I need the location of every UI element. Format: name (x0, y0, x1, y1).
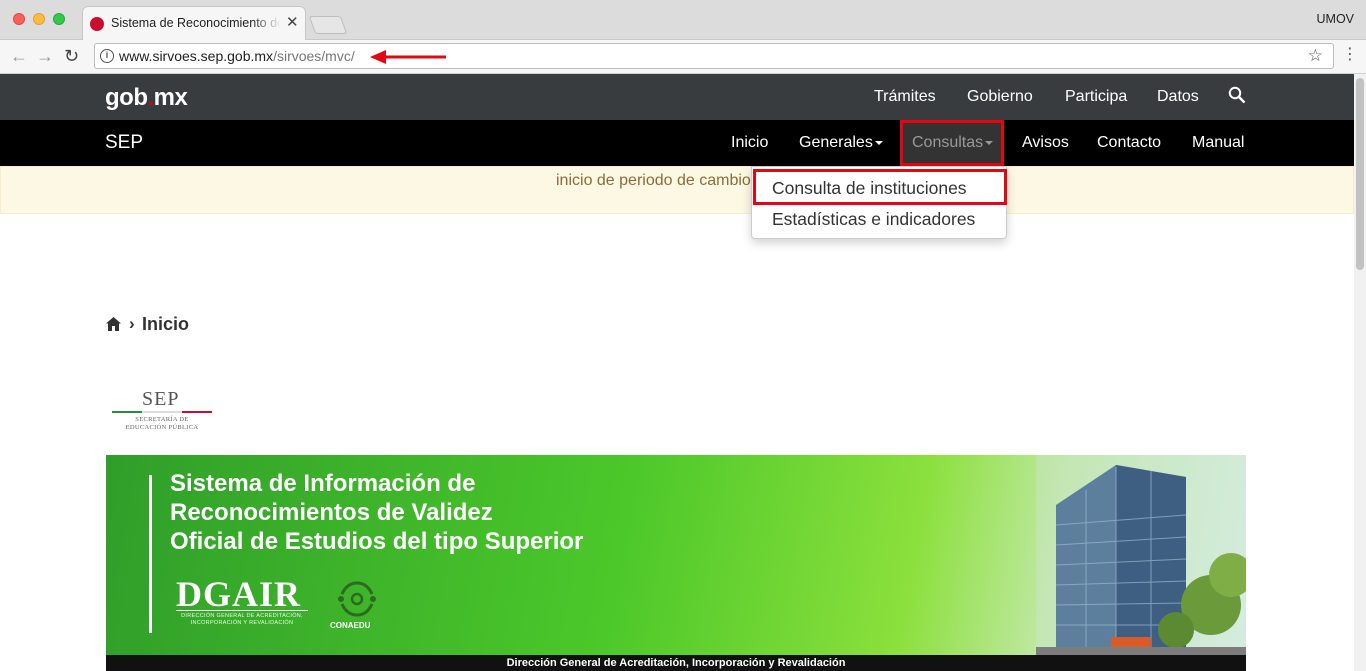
nav-link-participa[interactable]: Participa (1065, 88, 1127, 106)
sep-logo-subtitle-1: SECRETARÍA DE (135, 416, 189, 423)
dgair-subtitle-2: INCORPORACIÓN Y REVALIDACIÓN (190, 620, 294, 626)
nav-link-datos[interactable]: Datos (1157, 88, 1199, 106)
back-button[interactable]: ← (10, 46, 28, 66)
gob-mx-logo[interactable]: gob.mx (105, 84, 188, 112)
consultas-highlight-frame: Consultas (900, 120, 1004, 166)
address-bar[interactable]: i www.sirvoes.sep.gob.mx/sirvoes/mvc/ ☆ (94, 43, 1334, 69)
sep-logo-subtitle-2: EDUCACIÓN PÚBLICA (125, 424, 199, 431)
caret-down-icon (985, 140, 994, 145)
tab-title-fade (251, 11, 281, 33)
caret-down-icon (874, 140, 883, 145)
nav-link-manual[interactable]: Manual (1192, 134, 1244, 152)
breadcrumb-current: Inicio (142, 314, 190, 334)
banner-divider (149, 475, 152, 633)
menu-item-consulta-instituciones[interactable]: Consulta de instituciones (772, 178, 967, 199)
building-photo (1036, 455, 1246, 655)
banner-title-line-3: Oficial de Estudios del tipo Superior (170, 528, 584, 555)
maximize-window-button[interactable] (53, 13, 65, 25)
consultas-dropdown-menu: Consulta de instituciones Estadísticas e… (751, 166, 1007, 239)
banner-title-line-1: Sistema de Información de (170, 470, 476, 497)
minimize-window-button[interactable] (33, 13, 45, 25)
nav-link-generales[interactable]: Generales (799, 134, 883, 152)
browser-toolbar: ← → ↻ i www.sirvoes.sep.gob.mx/sirvoes/m… (0, 40, 1366, 74)
nav-link-avisos[interactable]: Avisos (1022, 134, 1069, 152)
sep-brand[interactable]: SEP (105, 132, 143, 154)
url-path: /sirvoes/mvc/ (273, 48, 355, 64)
reload-button[interactable]: ↻ (64, 46, 79, 66)
gob-mx-header: gob.mx Trámites Gobierno Participa Datos (0, 74, 1354, 120)
hero-banner: Sistema de Información de Reconocimiento… (106, 455, 1246, 671)
dgair-subtitle-1: DIRECCIÓN GENERAL DE ACREDITACIÓN, (181, 613, 303, 619)
sep-logo-stripe (112, 411, 212, 413)
url-domain: www.sirvoes.sep.gob.mx (119, 48, 274, 64)
banner-title: Sistema de Información de Reconocimiento… (170, 469, 583, 556)
new-tab-button[interactable] (308, 16, 348, 34)
star-icon[interactable]: ☆ (1308, 46, 1323, 66)
home-icon[interactable] (106, 317, 121, 331)
breadcrumb-separator: › (129, 314, 135, 333)
nav-link-consultas[interactable]: Consultas (912, 134, 994, 152)
browser-tab-bar: Sistema de Reconocimiento de Validez Ofi… (0, 0, 1366, 40)
favicon-icon (90, 17, 104, 31)
scrollbar-thumb[interactable] (1356, 78, 1364, 270)
dgair-logo: DGAIR (176, 574, 302, 614)
nav-link-inicio[interactable]: Inicio (731, 134, 768, 152)
alert-banner: inicio de periodo de cambios de la plata… (0, 166, 1354, 214)
profile-name[interactable]: UMOV (1317, 12, 1355, 26)
nav-link-contacto[interactable]: Contacto (1097, 134, 1161, 152)
url-text[interactable]: www.sirvoes.sep.gob.mx/sirvoes/mvc/ (119, 48, 355, 64)
conaedu-label: CONAEDU (330, 621, 371, 630)
browser-tab-active[interactable]: Sistema de Reconocimiento de Validez Ofi… (82, 6, 306, 40)
info-icon[interactable]: i (100, 49, 114, 63)
sep-navbar: SEP Inicio Generales Consultas Avisos Co… (0, 120, 1354, 166)
annotation-arrow-icon (370, 50, 446, 64)
dgair-rule (176, 610, 308, 611)
search-icon[interactable] (1228, 86, 1246, 104)
menu-item-estadisticas[interactable]: Estadísticas e indicadores (772, 209, 975, 230)
nav-link-gobierno[interactable]: Gobierno (967, 88, 1033, 106)
sep-logo-title: SEP (142, 388, 180, 410)
browser-menu-icon[interactable]: ⋮ (1342, 46, 1358, 64)
banner-title-line-2: Reconocimientos de Validez (170, 499, 493, 526)
banner-footer-text: Dirección General de Acreditación, Incor… (506, 657, 846, 669)
nav-link-tramites[interactable]: Trámites (874, 88, 936, 106)
close-window-button[interactable] (13, 13, 25, 25)
sep-logo: SEP SECRETARÍA DE EDUCACIÓN PÚBLICA (112, 388, 212, 434)
tab-close-icon[interactable]: ✕ (286, 15, 299, 30)
banner-footer: Dirección General de Acreditación, Incor… (106, 655, 1246, 671)
forward-button[interactable]: → (36, 46, 54, 66)
conaedu-icon (338, 581, 376, 617)
